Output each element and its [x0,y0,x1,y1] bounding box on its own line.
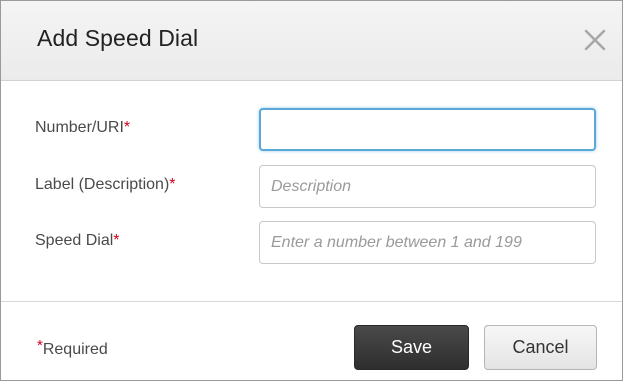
required-asterisk: * [123,119,131,136]
required-asterisk: * [113,232,120,249]
footer-divider [1,301,622,302]
required-note: *Required [37,337,108,359]
dialog-title: Add Speed Dial [37,25,199,51]
required-asterisk: * [37,337,43,354]
label-description-label: Label (Description)* [35,176,176,193]
number-uri-input[interactable] [259,108,596,151]
number-uri-label: Number/URI* [35,119,131,136]
speed-dial-label: Speed Dial* [35,232,120,249]
required-asterisk: * [169,176,176,193]
add-speed-dial-dialog: Add Speed Dial Number/URI* Label (Descri… [0,0,623,381]
cancel-button[interactable]: Cancel [484,325,597,370]
speed-dial-input[interactable] [259,221,596,264]
dialog-header: Add Speed Dial [1,1,622,81]
label-description-row: Label (Description)* [1,165,622,209]
number-uri-row: Number/URI* [1,108,622,152]
speed-dial-row: Speed Dial* [1,221,622,265]
close-button[interactable] [578,23,612,57]
save-button[interactable]: Save [354,325,469,370]
label-description-input[interactable] [259,165,596,208]
required-text: Required [42,341,108,358]
close-icon [584,29,606,51]
